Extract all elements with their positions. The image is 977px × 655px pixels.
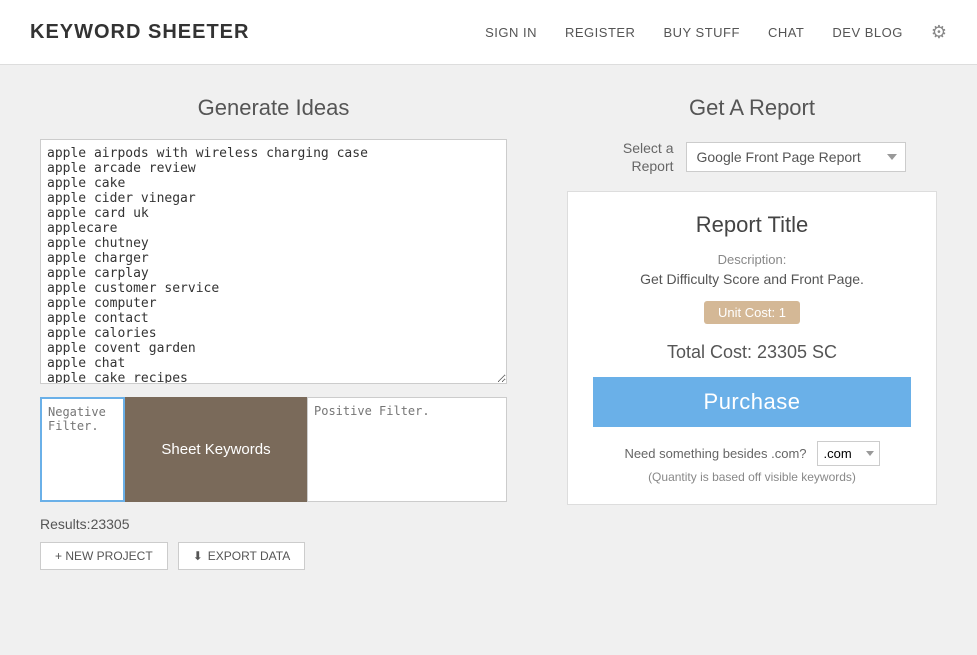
filters-row: Sheet Keywords xyxy=(40,397,507,502)
report-card: Report Title Description: Get Difficulty… xyxy=(567,191,937,505)
right-panel: Get A Report Select aReport Google Front… xyxy=(567,95,937,570)
export-data-label: EXPORT DATA xyxy=(208,549,290,563)
domain-row: Need something besides .com? .com .net .… xyxy=(593,441,911,466)
description-label: Description: xyxy=(593,252,911,267)
purchase-button[interactable]: Purchase xyxy=(593,377,911,427)
settings-icon[interactable]: ⚙ xyxy=(931,22,947,43)
keyword-textarea[interactable] xyxy=(40,139,507,384)
get-report-title: Get A Report xyxy=(567,95,937,121)
header: KEYWORD SHEETER SIGN IN REGISTER BUY STU… xyxy=(0,0,977,65)
domain-need-label: Need something besides .com? xyxy=(624,446,806,461)
left-panel: Generate Ideas Sheet Keywords Results:23… xyxy=(40,95,507,570)
unit-cost-badge: Unit Cost: 1 xyxy=(704,301,800,324)
logo: KEYWORD SHEETER xyxy=(30,21,249,44)
positive-filter-input[interactable] xyxy=(307,397,507,502)
new-project-button[interactable]: + NEW PROJECT xyxy=(40,542,168,570)
results-label: Results:23305 xyxy=(40,516,130,532)
main-content: Generate Ideas Sheet Keywords Results:23… xyxy=(0,65,977,600)
select-report-label: Select aReport xyxy=(599,139,674,175)
nav: SIGN IN REGISTER BUY STUFF CHAT DEV BLOG… xyxy=(485,22,947,43)
report-select-row: Select aReport Google Front Page Report … xyxy=(567,139,937,175)
visible-note: (Quantity is based off visible keywords) xyxy=(593,470,911,484)
export-icon: ⬇ xyxy=(193,549,203,563)
results-row: Results:23305 xyxy=(40,516,507,532)
total-cost: Total Cost: 23305 SC xyxy=(593,342,911,363)
nav-buy-stuff[interactable]: BUY STUFF xyxy=(663,25,740,40)
sheet-keywords-button[interactable]: Sheet Keywords xyxy=(125,397,307,502)
report-select[interactable]: Google Front Page Report Other Report xyxy=(686,142,906,172)
nav-signin[interactable]: SIGN IN xyxy=(485,25,537,40)
action-buttons: + NEW PROJECT ⬇ EXPORT DATA xyxy=(40,542,507,570)
nav-dev-blog[interactable]: DEV BLOG xyxy=(832,25,902,40)
report-card-title: Report Title xyxy=(593,212,911,238)
domain-select[interactable]: .com .net .org .co.uk xyxy=(817,441,880,466)
description-text: Get Difficulty Score and Front Page. xyxy=(593,271,911,287)
negative-filter-input[interactable] xyxy=(40,397,125,502)
nav-chat[interactable]: CHAT xyxy=(768,25,804,40)
export-data-button[interactable]: ⬇ EXPORT DATA xyxy=(178,542,306,570)
generate-ideas-title: Generate Ideas xyxy=(40,95,507,121)
nav-register[interactable]: REGISTER xyxy=(565,25,635,40)
